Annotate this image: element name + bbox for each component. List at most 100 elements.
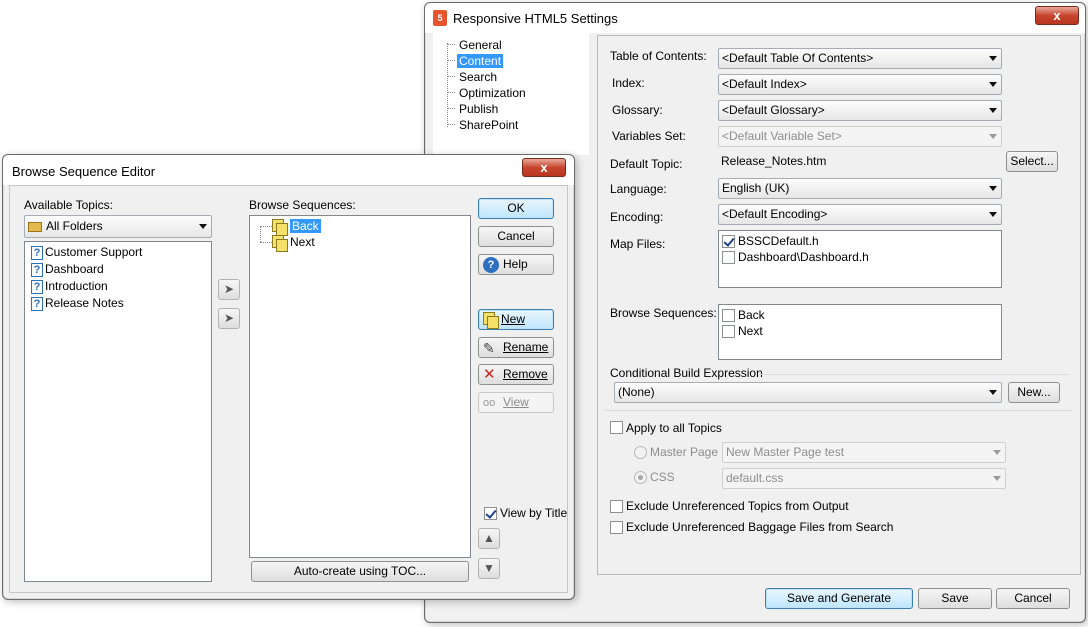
- nav-item-content-label: Content: [457, 54, 504, 68]
- browse-seq-checkbox-next[interactable]: [722, 325, 735, 338]
- editor-close-button[interactable]: x: [522, 158, 566, 177]
- view-button: oo View: [478, 392, 554, 413]
- master-page-radio: [634, 446, 647, 459]
- browse-seq-item: Back: [738, 308, 765, 322]
- editor-cancel-button[interactable]: Cancel: [478, 226, 554, 247]
- available-topics-list: ? Customer Support ? Dashboard ? Introducti…: [24, 241, 212, 582]
- chevron-down-icon: [989, 186, 997, 191]
- nav-item-search[interactable]: Search: [459, 69, 497, 86]
- help-button[interactable]: ? Help: [478, 254, 554, 275]
- variables-select: <Default Variable Set>: [718, 126, 1002, 147]
- default-topic-value: Release_Notes.htm: [721, 154, 827, 168]
- topic-icon: ?: [31, 279, 43, 294]
- settings-nav-tree: General Content Search Optimization Publ…: [433, 33, 589, 155]
- language-select[interactable]: English (UK): [718, 178, 1002, 199]
- cancel-button[interactable]: Cancel: [996, 588, 1070, 609]
- chevron-down-icon: [989, 108, 997, 113]
- map-files-list: BSSCDefault.h Dashboard\Dashboard.h: [718, 230, 1002, 288]
- exclude-baggage-label: Exclude Unreferenced Baggage Files from …: [626, 520, 894, 534]
- apply-all-checkbox[interactable]: [610, 421, 623, 434]
- browse-seq-list: Back Next: [718, 304, 1002, 360]
- editor-titlebar[interactable]: Browse Sequence Editor x: [3, 155, 574, 185]
- editor-body: Available Topics: All Folders ? Customer …: [9, 185, 568, 593]
- new-sequence-icon: [483, 312, 499, 330]
- cbe-label: Conditional Build Expression: [610, 366, 763, 380]
- close-icon: x: [540, 160, 548, 175]
- divider: [604, 410, 1072, 411]
- settings-title: Responsive HTML5 Settings: [453, 11, 618, 26]
- master-page-select: New Master Page test: [722, 442, 1006, 463]
- nav-item-content[interactable]: Content: [457, 53, 504, 70]
- html5-app-icon: 5: [433, 10, 447, 26]
- double-arrow-right-icon: ➤: [223, 311, 235, 325]
- cbe-select[interactable]: (None): [614, 382, 1002, 403]
- map-file-checkbox-dashboard[interactable]: [722, 251, 735, 264]
- toc-select[interactable]: <Default Table Of Contents>: [718, 48, 1002, 69]
- close-icon: x: [1053, 8, 1061, 23]
- rename-button[interactable]: ✎ Rename: [478, 337, 554, 358]
- map-file-label: Dashboard\Dashboard.h: [738, 250, 869, 264]
- sequence-item-next[interactable]: Next: [272, 234, 315, 253]
- topic-icon: ?: [31, 245, 43, 260]
- remove-button[interactable]: ✕ Remove: [478, 364, 554, 385]
- topic-icon: ?: [31, 262, 43, 277]
- nav-item-sharepoint[interactable]: SharePoint: [459, 117, 518, 134]
- view-by-title-label: View by Title: [500, 506, 568, 520]
- save-and-generate-button[interactable]: Save and Generate: [765, 588, 913, 609]
- add-topic-button[interactable]: ➤: [218, 279, 240, 300]
- nav-item-publish[interactable]: Publish: [459, 101, 498, 118]
- chevron-down-icon: [993, 450, 1001, 455]
- index-select[interactable]: <Default Index>: [718, 74, 1002, 95]
- new-sequence-button[interactable]: New: [478, 309, 554, 330]
- default-topic-label: Default Topic:: [610, 157, 683, 171]
- cbe-new-button[interactable]: New...: [1008, 382, 1060, 403]
- encoding-label: Encoding:: [610, 210, 664, 224]
- sequence-icon: [272, 235, 288, 253]
- folder-icon: [28, 221, 42, 232]
- add-all-topics-button[interactable]: ➤: [218, 308, 240, 329]
- topic-icon: ?: [31, 296, 43, 311]
- encoding-select[interactable]: <Default Encoding>: [718, 204, 1002, 225]
- sequence-item-back[interactable]: Back: [272, 218, 321, 237]
- topic-item[interactable]: ? Customer Support: [31, 244, 142, 261]
- move-down-button[interactable]: ▼: [478, 558, 500, 579]
- tree-line: [447, 43, 448, 127]
- master-page-label: Master Page: [650, 445, 719, 459]
- chevron-down-icon: [989, 56, 997, 61]
- help-icon: ?: [483, 256, 499, 273]
- chevron-down-icon: [199, 224, 207, 229]
- glossary-select[interactable]: <Default Glossary>: [718, 100, 1002, 121]
- divider: [758, 374, 1070, 375]
- select-topic-button[interactable]: Select...: [1006, 151, 1058, 172]
- available-topics-label: Available Topics:: [24, 198, 113, 212]
- map-files-label: Map Files:: [610, 237, 666, 251]
- browse-seq-label: Browse Sequences:: [610, 306, 717, 320]
- editor-window: Browse Sequence Editor x Available Topic…: [2, 154, 575, 600]
- tree-line: [260, 226, 261, 242]
- ok-button[interactable]: OK: [478, 198, 554, 219]
- exclude-baggage-checkbox[interactable]: [610, 521, 623, 534]
- topic-item[interactable]: ? Release Notes: [31, 295, 124, 312]
- css-select: default.css: [722, 468, 1006, 489]
- nav-item-general[interactable]: General: [459, 37, 502, 54]
- variables-label: Variables Set:: [612, 129, 686, 143]
- topic-item[interactable]: ? Introduction: [31, 278, 108, 295]
- exclude-topics-checkbox[interactable]: [610, 500, 623, 513]
- topic-item[interactable]: ? Dashboard: [31, 261, 104, 278]
- view-by-title-checkbox[interactable]: [484, 507, 497, 520]
- chevron-down-icon: [989, 82, 997, 87]
- save-button[interactable]: Save: [918, 588, 992, 609]
- browse-seq-checkbox-back[interactable]: [722, 309, 735, 322]
- arrow-up-icon: ▲: [483, 531, 495, 545]
- move-up-button[interactable]: ▲: [478, 528, 500, 549]
- sequences-label: Browse Sequences:: [249, 198, 356, 212]
- settings-close-button[interactable]: x: [1035, 6, 1079, 25]
- folder-select[interactable]: All Folders: [24, 215, 212, 238]
- settings-titlebar[interactable]: 5 Responsive HTML5 Settings x: [425, 3, 1085, 33]
- map-file-checkbox-bsscdefault[interactable]: [722, 235, 735, 248]
- exclude-topics-label: Exclude Unreferenced Topics from Output: [626, 499, 849, 513]
- glossary-label: Glossary:: [612, 103, 663, 117]
- nav-item-optimization[interactable]: Optimization: [459, 85, 526, 102]
- editor-title: Browse Sequence Editor: [12, 164, 156, 179]
- auto-create-toc-button[interactable]: Auto-create using TOC...: [251, 561, 469, 582]
